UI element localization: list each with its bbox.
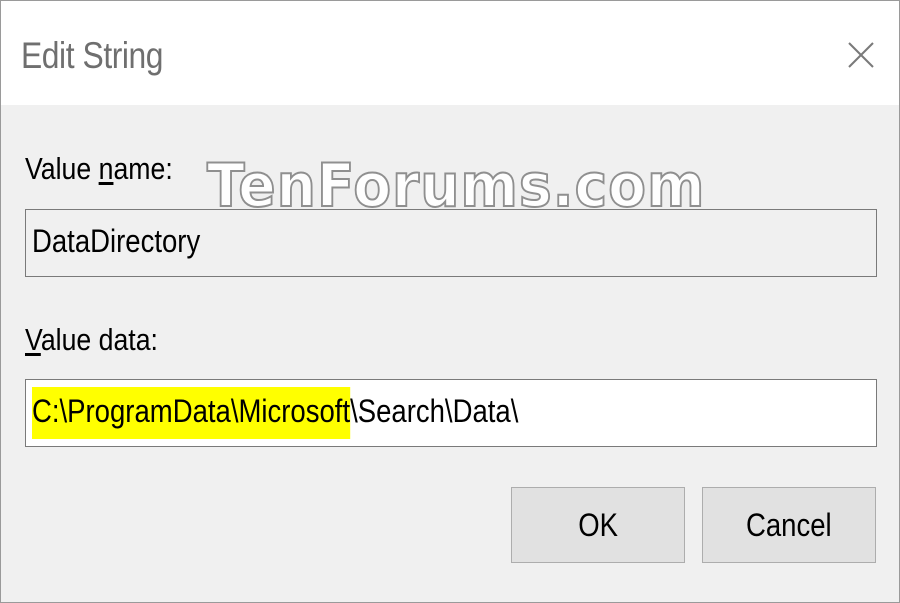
cancel-button[interactable]: Cancel — [702, 487, 876, 563]
close-icon — [848, 42, 874, 68]
value-data-text: C:\ProgramData\Microsoft\Search\Data\ — [32, 387, 519, 439]
value-data-input[interactable]: C:\ProgramData\Microsoft\Search\Data\ — [25, 379, 877, 447]
value-data-label: Value data: — [25, 322, 158, 357]
dialog-title: Edit String — [21, 35, 164, 76]
value-name-label: Value name: — [25, 151, 173, 186]
ok-button[interactable]: OK — [511, 487, 685, 563]
close-button[interactable] — [829, 23, 893, 87]
title-bar: Edit String — [1, 1, 899, 105]
value-data-selected-text: C:\ProgramData\Microsoft — [32, 387, 351, 439]
value-data-rest-text: \Search\Data\ — [350, 393, 519, 429]
value-name-text: DataDirectory — [32, 223, 201, 259]
edit-string-dialog: Edit String Value name: DataDirectory Va… — [0, 0, 900, 603]
value-name-field[interactable]: DataDirectory — [25, 209, 877, 277]
